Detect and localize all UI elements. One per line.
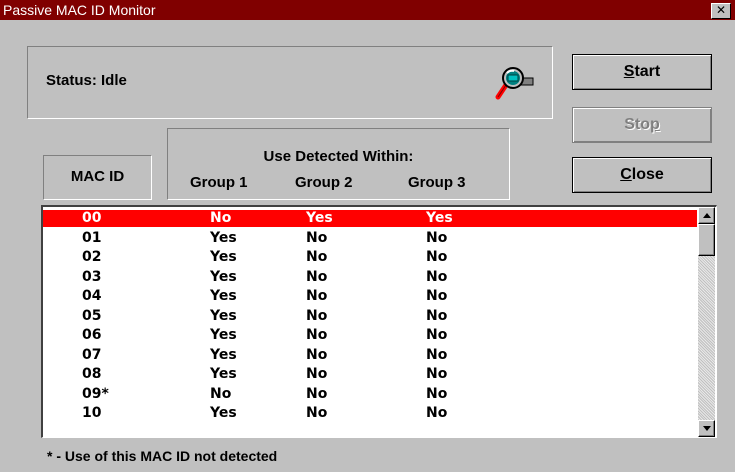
group-1-header: Group 1	[190, 174, 248, 191]
mac-id-cell: 06	[82, 327, 102, 343]
group-1-cell: No	[210, 385, 232, 402]
start-button[interactable]: Start	[572, 54, 712, 90]
mac-id-list[interactable]: 00 No Yes Yes 01 Yes No No 02 Yes No No 03 Yes No No 04 Y…	[41, 205, 717, 438]
group-3-cell: No	[426, 405, 448, 421]
group-2-cell: No	[306, 288, 328, 304]
passive-mac-id-monitor-window: Passive MAC ID Monitor ✕ Status: Idle St…	[0, 0, 735, 472]
table-row[interactable]: 04 Yes No No	[43, 288, 697, 305]
start-button-label-post: tart	[634, 63, 661, 80]
title-bar[interactable]: Passive MAC ID Monitor ✕	[0, 0, 735, 20]
group-3-cell: No	[426, 229, 448, 246]
mac-id-cell: 01	[82, 229, 102, 246]
scroll-up-button[interactable]	[698, 207, 715, 224]
close-button-label-post: lose	[631, 166, 664, 183]
group-2-cell: No	[306, 249, 328, 265]
mac-id-cell: 08	[82, 366, 102, 382]
group-columns-header: Use Detected Within: Group 1 Group 2 Gro…	[167, 128, 510, 200]
group-1-cell: Yes	[210, 268, 237, 285]
table-row[interactable]: 05 Yes No No	[43, 308, 697, 325]
group-2-cell: No	[306, 366, 328, 382]
group-3-cell: No	[426, 307, 448, 324]
group-3-cell: No	[426, 268, 448, 285]
group-2-cell: Yes	[306, 210, 333, 226]
table-row[interactable]: 09* No No No	[43, 386, 697, 403]
table-row[interactable]: 08 Yes No No	[43, 366, 697, 383]
close-button[interactable]: Close	[572, 157, 712, 193]
arrow-up-icon	[703, 213, 711, 218]
magnifier-icon	[495, 67, 534, 100]
use-detected-within-label: Use Detected Within:	[263, 148, 414, 165]
group-2-header: Group 2	[295, 174, 353, 191]
group-3-cell: No	[426, 385, 448, 402]
mac-id-cell: 00	[82, 210, 102, 226]
vertical-scrollbar[interactable]	[698, 207, 715, 437]
group-2-cell: No	[306, 405, 328, 421]
group-3-cell: Yes	[426, 210, 453, 226]
group-2-cell: No	[306, 346, 328, 363]
stop-button-mnemonic: p	[650, 116, 660, 133]
stop-button[interactable]: Stop	[572, 107, 712, 143]
table-row[interactable]: 06 Yes No No	[43, 327, 697, 344]
mac-id-cell: 05	[82, 307, 102, 324]
group-1-cell: Yes	[210, 366, 237, 382]
group-2-cell: No	[306, 385, 328, 402]
mac-id-cell: 07	[82, 346, 102, 363]
group-1-cell: No	[210, 210, 232, 226]
mac-id-cell: 02	[82, 249, 102, 265]
group-1-cell: Yes	[210, 288, 237, 304]
footnote: * - Use of this MAC ID not detected	[47, 448, 278, 464]
group-1-cell: Yes	[210, 307, 237, 324]
stop-button-label-pre: Sto	[624, 116, 650, 133]
mac-id-cell: 09*	[82, 385, 109, 402]
table-row[interactable]: 10 Yes No No	[43, 405, 697, 422]
group-1-cell: Yes	[210, 327, 237, 343]
group-2-cell: No	[306, 307, 328, 324]
group-2-cell: No	[306, 327, 328, 343]
group-1-cell: Yes	[210, 249, 237, 265]
close-button-mnemonic: C	[620, 166, 632, 183]
start-button-mnemonic: S	[623, 63, 635, 80]
close-icon[interactable]: ✕	[711, 3, 731, 19]
window-title: Passive MAC ID Monitor	[3, 2, 156, 18]
table-row[interactable]: 03 Yes No No	[43, 269, 697, 286]
group-2-cell: No	[306, 268, 328, 285]
table-row[interactable]: 02 Yes No No	[43, 249, 697, 266]
table-row[interactable]: 07 Yes No No	[43, 347, 697, 364]
scrollbar-thumb[interactable]	[698, 224, 715, 256]
arrow-down-icon	[703, 426, 711, 431]
mac-id-cell: 03	[82, 268, 102, 285]
mac-id-cell: 04	[82, 288, 102, 304]
group-3-cell: No	[426, 288, 448, 304]
group-3-cell: No	[426, 346, 448, 363]
status-text: Status: Idle	[46, 72, 127, 89]
group-1-cell: Yes	[210, 229, 237, 246]
group-2-cell: No	[306, 229, 328, 246]
mac-id-cell: 10	[82, 405, 102, 421]
mac-id-header-label: MAC ID	[70, 168, 125, 185]
table-row[interactable]: 01 Yes No No	[43, 230, 697, 247]
group-3-cell: No	[426, 366, 448, 382]
group-1-cell: Yes	[210, 405, 237, 421]
group-1-cell: Yes	[210, 346, 237, 363]
group-3-header: Group 3	[408, 174, 466, 191]
group-3-cell: No	[426, 327, 448, 343]
table-row[interactable]: 00 No Yes Yes	[43, 210, 697, 227]
mac-id-column-header: MAC ID	[43, 155, 152, 200]
status-panel: Status: Idle	[27, 46, 553, 119]
group-3-cell: No	[426, 249, 448, 265]
scroll-down-button[interactable]	[698, 420, 715, 437]
